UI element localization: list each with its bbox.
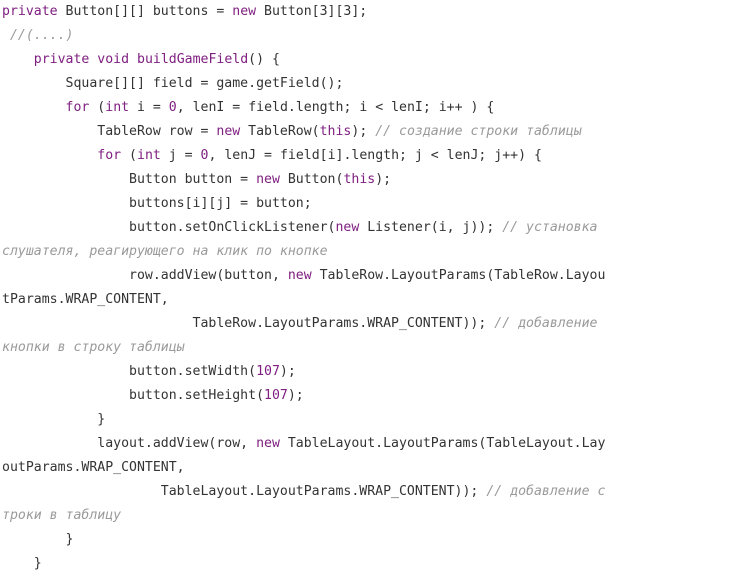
code-line: Square[][] field = game.getField();	[2, 72, 745, 96]
code-line: Button button = new Button(this);	[2, 168, 745, 192]
code-line: outParams.WRAP_CONTENT,	[2, 456, 745, 480]
comment-token: // создание строки таблицы	[375, 124, 582, 139]
code-token: (	[121, 148, 137, 163]
keyword-token: new	[256, 436, 280, 451]
code-line: TableRow row = new TableRow(this); // со…	[2, 120, 745, 144]
code-token: Button(	[279, 172, 344, 187]
code-token: );	[375, 172, 392, 187]
comment-token: // установка	[502, 220, 598, 235]
code-token: , lenJ = field[i].length; j < lenJ; j++)…	[208, 148, 542, 163]
keyword-token: private	[2, 4, 58, 19]
code-token: TableRow row =	[2, 124, 217, 139]
keyword-token: int	[105, 100, 130, 115]
code-token: (	[89, 100, 106, 115]
code-token: row.addView(button,	[2, 268, 288, 283]
code-line: троки в таблицу	[2, 504, 745, 528]
comment-token: слушателя, реагирующего на клик по кнопк…	[2, 244, 328, 259]
code-line: }	[2, 552, 745, 576]
code-token: );	[351, 124, 376, 139]
code-line: for (int j = 0, lenJ = field[i].length; …	[2, 144, 745, 168]
code-line: слушателя, реагирующего на клик по кнопк…	[2, 240, 745, 264]
code-line: button.setWidth(107);	[2, 360, 745, 384]
keyword-token: new	[256, 172, 280, 187]
code-line: row.addView(button, new TableRow.LayoutP…	[2, 264, 745, 288]
code-token: outParams.WRAP_CONTENT,	[2, 460, 185, 475]
number-token: 107	[256, 364, 280, 379]
code-token: Square[][] field = game.getField();	[2, 76, 344, 91]
code-token: button.setHeight(	[2, 388, 265, 403]
code-line: buttons[i][j] = button;	[2, 192, 745, 216]
keyword-token: for	[65, 100, 90, 115]
code-token: TableLayout.LayoutParams.WRAP_CONTENT));	[2, 484, 487, 499]
keyword-token: this	[319, 124, 352, 139]
code-line: button.setOnClickListener(new Listener(i…	[2, 216, 745, 240]
code-token: button.setOnClickListener(	[2, 220, 336, 235]
code-line: button.setHeight(107);	[2, 384, 745, 408]
keyword-token: for	[97, 148, 122, 163]
code-token: buttons[i][j] = button;	[2, 196, 312, 211]
code-token: TableLayout.LayoutParams(TableLayout.Lay	[279, 436, 606, 451]
code-token: Button[3][3];	[256, 4, 368, 19]
code-token: );	[287, 388, 304, 403]
code-line: TableLayout.LayoutParams.WRAP_CONTENT));…	[2, 480, 745, 504]
keyword-token: int	[137, 148, 161, 163]
code-token: TableRow.LayoutParams(TableRow.Layou	[311, 268, 606, 283]
code-token: }	[2, 412, 106, 427]
code-line: TableRow.LayoutParams.WRAP_CONTENT)); //…	[2, 312, 745, 336]
code-token: TableRow(	[240, 124, 320, 139]
comment-token: троки в таблицу	[2, 508, 122, 523]
comment-token: // добавление	[494, 316, 598, 331]
code-token: i =	[129, 100, 169, 115]
keyword-token: void	[97, 52, 130, 67]
code-line: }	[2, 528, 745, 552]
code-line: кнопки в строку таблицы	[2, 336, 745, 360]
keyword-token: new	[216, 124, 241, 139]
code-token: () {	[248, 52, 280, 67]
code-token: Button[][] buttons =	[57, 4, 233, 19]
code-token: );	[279, 364, 296, 379]
code-token: tParams.WRAP_CONTENT,	[2, 292, 169, 307]
keyword-token: new	[335, 220, 360, 235]
code-token: Listener(i, j));	[359, 220, 503, 235]
number-token: 107	[264, 388, 288, 403]
code-token: , lenI = field.length; i < lenI; i++ ) {	[176, 100, 495, 115]
code-token: j =	[160, 148, 201, 163]
code-line: }	[2, 408, 745, 432]
code-line: tParams.WRAP_CONTENT,	[2, 288, 745, 312]
comment-token: //(....)	[2, 28, 74, 43]
code-line: layout.addView(row, new TableLayout.Layo…	[2, 432, 745, 456]
code-line: for (int i = 0, lenI = field.length; i <…	[2, 96, 745, 120]
code-token: }	[2, 532, 74, 547]
keyword-token: buildGameField	[137, 52, 249, 67]
code-view: private Button[][] buttons = new Button[…	[2, 0, 745, 579]
code-line: //(....)	[2, 24, 745, 48]
code-token: layout.addView(row,	[2, 436, 257, 451]
code-token: }	[2, 556, 42, 571]
comment-token: // добавление с	[486, 484, 606, 499]
keyword-token: this	[343, 172, 376, 187]
keyword-token: new	[232, 4, 257, 19]
code-token: button.setWidth(	[2, 364, 257, 379]
code-line: private Button[][] buttons = new Button[…	[2, 0, 745, 24]
keyword-token: private	[33, 52, 90, 67]
code-line: private void buildGameField() {	[2, 48, 745, 72]
code-token: Button button =	[2, 172, 257, 187]
comment-token: кнопки в строку таблицы	[2, 340, 185, 355]
code-token: TableRow.LayoutParams.WRAP_CONTENT));	[2, 316, 495, 331]
number-token: 0	[168, 100, 177, 115]
keyword-token: new	[287, 268, 312, 283]
